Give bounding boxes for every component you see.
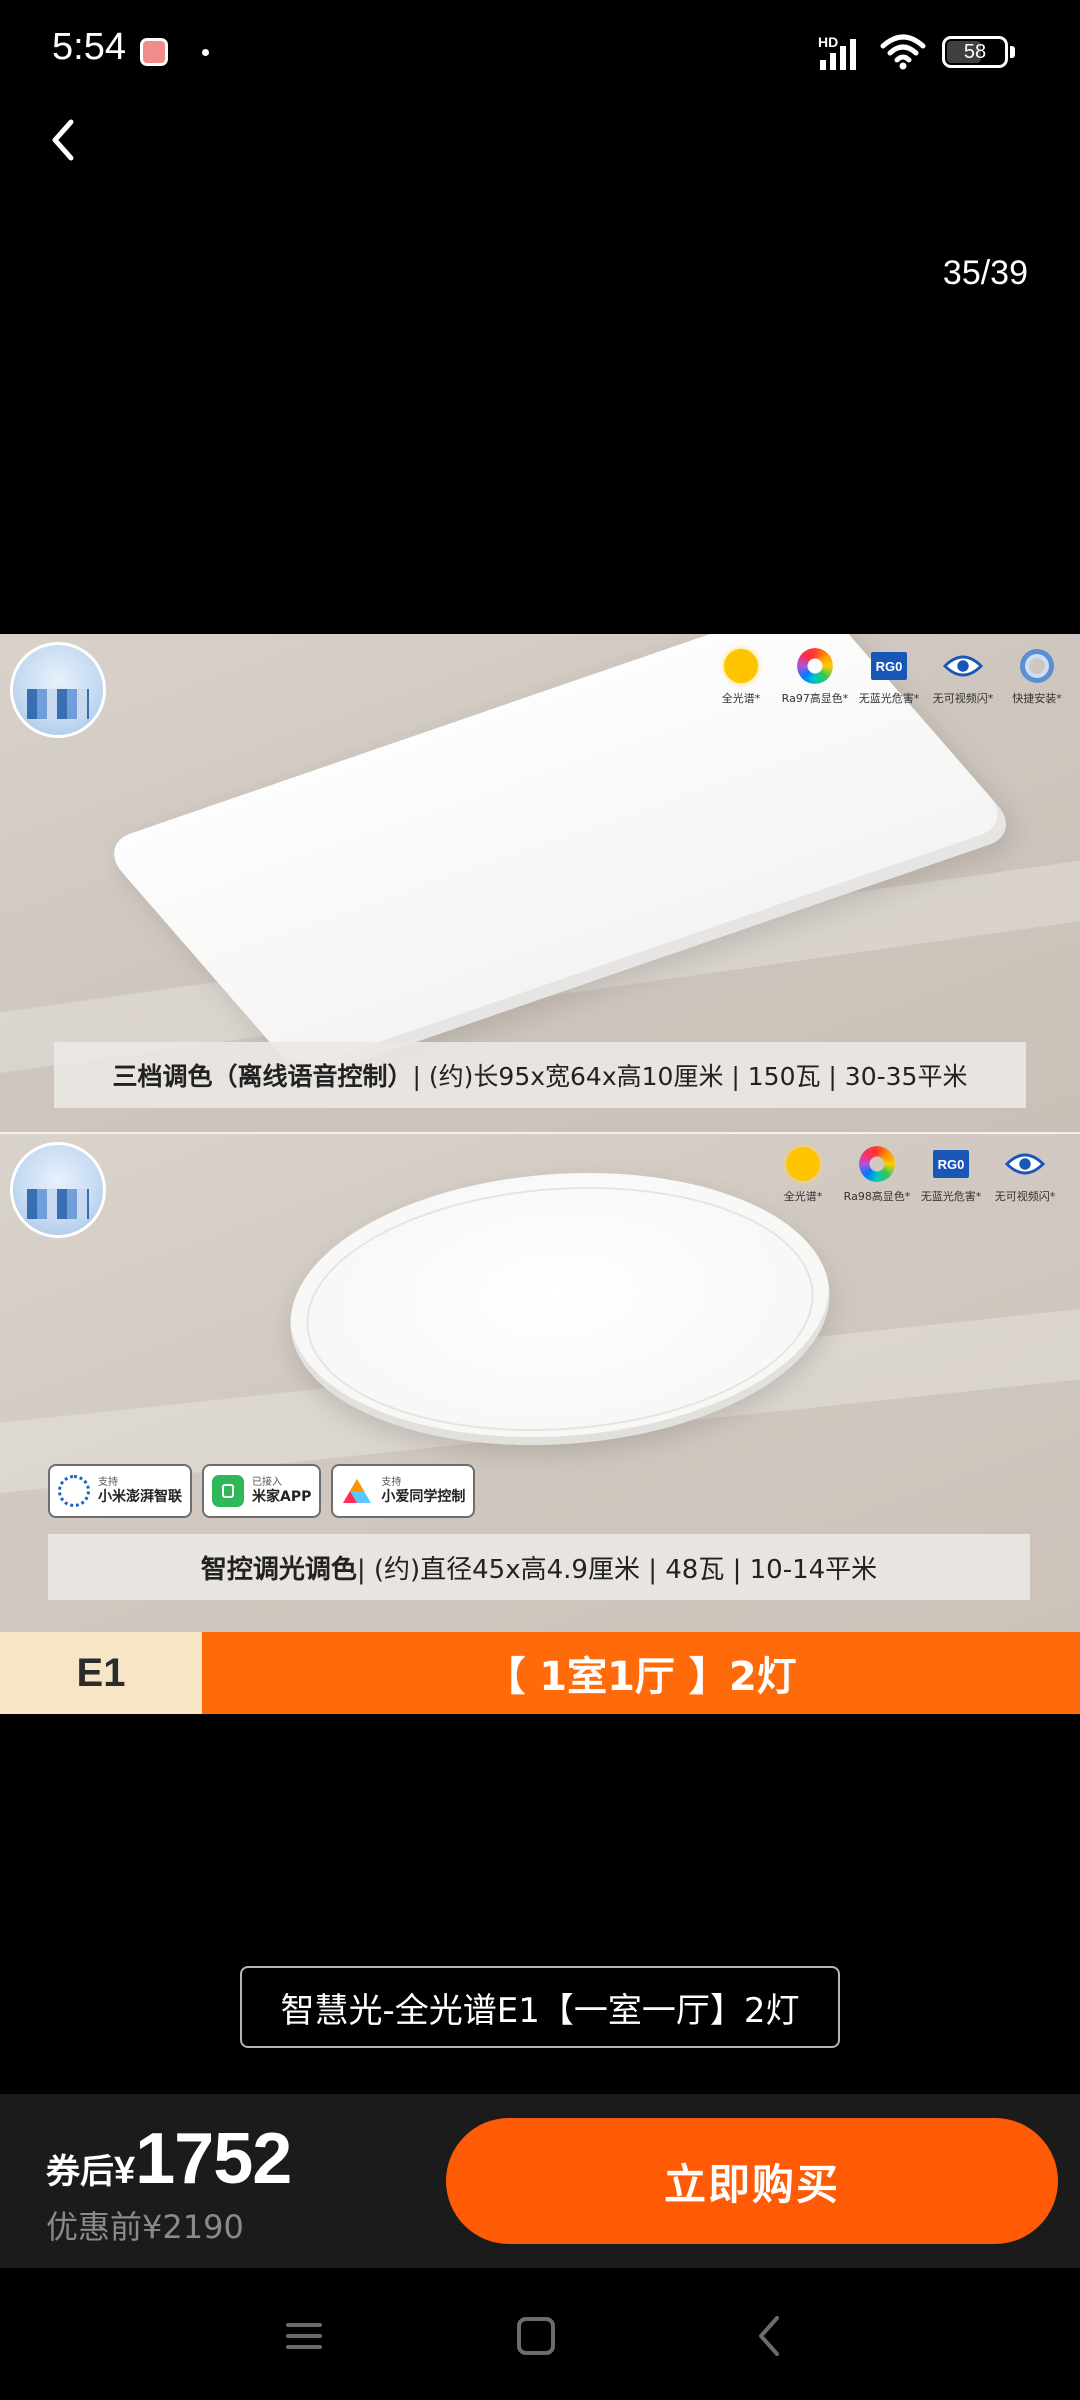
eye-icon <box>1005 1153 1045 1175</box>
badge-mijia: 已接入 米家APP <box>202 1464 322 1518</box>
spec-details: | (约)长95x宽64x高10厘米 | 150瓦 | 30-35平米 <box>412 1062 968 1091</box>
eye-icon <box>943 655 983 677</box>
menu-icon <box>286 2323 322 2349</box>
variant-bar: E1 【 1室1厅 】2灯 <box>0 1632 1080 1714</box>
status-time: 5:54 <box>52 26 126 68</box>
nav-back-button[interactable] <box>742 2308 798 2364</box>
wifi-icon <box>880 34 926 70</box>
sun-icon <box>724 649 758 683</box>
mijia-icon <box>212 1475 244 1507</box>
feature-quick-install: 快捷安装* <box>1002 646 1072 706</box>
home-icon <box>517 2317 555 2355</box>
spec-banner-rect-lamp: 三档调色（离线语音控制） | (约)长95x宽64x高10厘米 | 150瓦 |… <box>54 1042 1026 1108</box>
battery-level: 58 <box>963 40 987 63</box>
ring-icon <box>1020 649 1054 683</box>
original-price: 优惠前¥2190 <box>46 2208 244 2246</box>
back-button[interactable] <box>36 108 88 172</box>
spec-highlight: 三档调色（离线语音控制） <box>112 1062 413 1091</box>
price-prefix: 券后 <box>46 2152 114 2192</box>
sun-icon <box>786 1147 820 1181</box>
feature-icons: 全光谱* Ra98高显色* RG0 无蓝光危害* 无可视频闪* <box>768 1144 1060 1204</box>
price-block: 券后 ¥ 1752 优惠前¥2190 <box>46 2118 292 2248</box>
home-button[interactable] <box>508 2308 564 2364</box>
battery-icon: 58 <box>942 36 1008 68</box>
buy-now-button[interactable]: 立即购买 <box>446 2118 1058 2244</box>
feature-no-blue-light: RG0 无蓝光危害* <box>854 646 924 706</box>
hyperos-icon <box>58 1475 90 1507</box>
notification-dot-icon <box>202 49 209 56</box>
feature-no-flicker: 无可视频闪* <box>990 1144 1060 1204</box>
feature-full-spectrum: 全光谱* <box>768 1144 838 1204</box>
status-bar: 5:54 HD 58 <box>0 0 1080 104</box>
feature-high-cri: Ra97高显色* <box>780 646 850 706</box>
xiaoai-icon <box>341 1475 373 1507</box>
variant-description: 【 1室1厅 】2灯 <box>202 1632 1080 1714</box>
feature-no-flicker: 无可视频闪* <box>928 646 998 706</box>
feature-no-blue-light: RG0 无蓝光危害* <box>916 1144 986 1204</box>
purchase-bar: 券后 ¥ 1752 优惠前¥2190 立即购买 <box>0 2094 1080 2268</box>
color-wheel-icon <box>859 1146 895 1182</box>
badge-hyperos: 支持 小米澎湃智联 <box>48 1464 192 1518</box>
coupon-price: 1752 <box>135 2119 292 2199</box>
feature-icons: 全光谱* Ra97高显色* RG0 无蓝光危害* 无可视频闪* 快捷安装* <box>706 646 1072 706</box>
chevron-left-icon <box>52 119 74 161</box>
feature-full-spectrum: 全光谱* <box>706 646 776 706</box>
brand-logo <box>10 642 106 738</box>
badge-xiaoai: 支持 小爱同学控制 <box>331 1464 476 1518</box>
brand-logo <box>10 1142 106 1238</box>
image-page-counter: 35/39 <box>942 254 1028 292</box>
screen-record-icon <box>140 38 168 66</box>
color-wheel-icon <box>797 648 833 684</box>
rg0-icon: RG0 <box>871 652 907 680</box>
price-currency: ¥ <box>114 2150 136 2192</box>
product-panel-rect-lamp: 全光谱* Ra97高显色* RG0 无蓝光危害* 无可视频闪* 快捷安装* 三档… <box>0 634 1080 1132</box>
spec-details: | (约)直径45x高4.9厘米 | 48瓦 | 10-14平米 <box>356 1554 878 1585</box>
signal-icon <box>820 39 856 70</box>
variant-model: E1 <box>0 1632 202 1714</box>
system-nav-bar <box>0 2268 1080 2400</box>
rg0-icon: RG0 <box>933 1150 969 1178</box>
feature-high-cri: Ra98高显色* <box>842 1144 912 1204</box>
battery-tip <box>1010 46 1015 58</box>
menu-button[interactable] <box>276 2308 332 2364</box>
back-icon <box>759 2316 779 2356</box>
sku-caption: 智慧光-全光谱E1【一室一厅】2灯 <box>240 1966 840 2048</box>
spec-banner-round-lamp: 智控调光调色 | (约)直径45x高4.9厘米 | 48瓦 | 10-14平米 <box>48 1534 1030 1600</box>
product-panel-round-lamp: 全光谱* Ra98高显色* RG0 无蓝光危害* 无可视频闪* 支持 小米澎湃智… <box>0 1134 1080 1632</box>
spec-highlight: 智控调光调色 <box>200 1554 357 1585</box>
product-image[interactable]: 全光谱* Ra97高显色* RG0 无蓝光危害* 无可视频闪* 快捷安装* 三档… <box>0 634 1080 1714</box>
compatibility-badges: 支持 小米澎湃智联 已接入 米家APP 支持 小爱同学控制 <box>48 1464 476 1518</box>
